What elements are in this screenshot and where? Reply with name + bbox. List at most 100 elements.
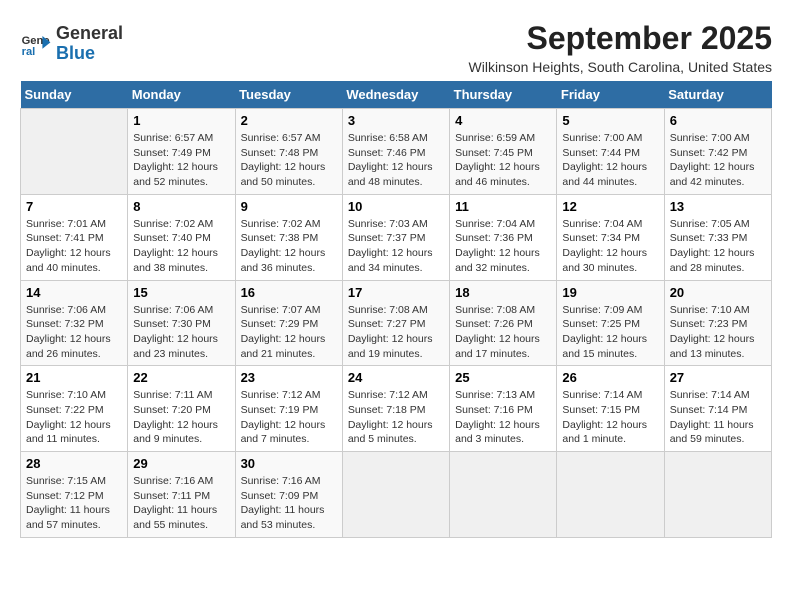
col-header-friday: Friday	[557, 81, 664, 109]
calendar-cell: 17Sunrise: 7:08 AM Sunset: 7:27 PM Dayli…	[342, 280, 449, 366]
day-number: 7	[26, 199, 122, 214]
day-info: Sunrise: 7:08 AM Sunset: 7:26 PM Dayligh…	[455, 303, 551, 362]
day-number: 13	[670, 199, 766, 214]
calendar-cell: 7 Sunrise: 7:01 AM Sunset: 7:41 PM Daylig…	[21, 194, 128, 280]
month-title: September 2025	[469, 20, 772, 57]
calendar-cell: 2 Sunrise: 6:57 AM Sunset: 7:48 PM Daylig…	[235, 109, 342, 195]
calendar-cell: 10 Sunrise: 7:03 AM Sunset: 7:37 PM Dayli…	[342, 194, 449, 280]
day-number: 27	[670, 370, 766, 385]
week-row-2: 7 Sunrise: 7:01 AM Sunset: 7:41 PM Daylig…	[21, 194, 772, 280]
day-number: 10	[348, 199, 444, 214]
day-info: Sunrise: 7:02 AM Sunset: 7:40 PM Dayligh…	[133, 217, 229, 276]
week-row-3: 14Sunrise: 7:06 AM Sunset: 7:32 PM Dayli…	[21, 280, 772, 366]
day-number: 29	[133, 456, 229, 471]
day-info: Sunrise: 7:10 AM Sunset: 7:23 PM Dayligh…	[670, 303, 766, 362]
logo-text-line2: Blue	[56, 44, 123, 64]
day-info: Sunrise: 7:15 AM Sunset: 7:12 PM Dayligh…	[26, 474, 122, 533]
calendar-cell: 28 Sunrise: 7:15 AM Sunset: 7:12 PM Dayli…	[21, 452, 128, 538]
calendar-cell: 15 Sunrise: 7:06 AM Sunset: 7:30 PM Dayli…	[128, 280, 235, 366]
day-number: 4	[455, 113, 551, 128]
week-row-5: 28 Sunrise: 7:15 AM Sunset: 7:12 PM Dayli…	[21, 452, 772, 538]
calendar-cell: 23 Sunrise: 7:12 AM Sunset: 7:19 PM Dayli…	[235, 366, 342, 452]
col-header-tuesday: Tuesday	[235, 81, 342, 109]
calendar-cell: 14Sunrise: 7:06 AM Sunset: 7:32 PM Dayli…	[21, 280, 128, 366]
day-number: 23	[241, 370, 337, 385]
calendar-cell: 18Sunrise: 7:08 AM Sunset: 7:26 PM Dayli…	[450, 280, 557, 366]
day-number: 28	[26, 456, 122, 471]
day-info: Sunrise: 7:11 AM Sunset: 7:20 PM Dayligh…	[133, 388, 229, 447]
col-header-saturday: Saturday	[664, 81, 771, 109]
location-title: Wilkinson Heights, South Carolina, Unite…	[469, 59, 772, 75]
calendar-cell: 8 Sunrise: 7:02 AM Sunset: 7:40 PM Daylig…	[128, 194, 235, 280]
calendar-cell: 30Sunrise: 7:16 AM Sunset: 7:09 PM Dayli…	[235, 452, 342, 538]
calendar-cell: 9 Sunrise: 7:02 AM Sunset: 7:38 PM Daylig…	[235, 194, 342, 280]
col-header-thursday: Thursday	[450, 81, 557, 109]
week-row-1: 1Sunrise: 6:57 AM Sunset: 7:49 PM Daylig…	[21, 109, 772, 195]
day-number: 16	[241, 285, 337, 300]
calendar-cell: 27 Sunrise: 7:14 AM Sunset: 7:14 PM Dayli…	[664, 366, 771, 452]
day-info: Sunrise: 7:00 AM Sunset: 7:42 PM Dayligh…	[670, 131, 766, 190]
logo-icon: Gene ral	[20, 28, 52, 60]
day-info: Sunrise: 6:58 AM Sunset: 7:46 PM Dayligh…	[348, 131, 444, 190]
day-number: 15	[133, 285, 229, 300]
day-info: Sunrise: 7:16 AM Sunset: 7:09 PM Dayligh…	[241, 474, 337, 533]
day-info: Sunrise: 7:14 AM Sunset: 7:15 PM Dayligh…	[562, 388, 658, 447]
calendar-cell	[557, 452, 664, 538]
calendar-cell: 12Sunrise: 7:04 AM Sunset: 7:34 PM Dayli…	[557, 194, 664, 280]
day-info: Sunrise: 7:06 AM Sunset: 7:30 PM Dayligh…	[133, 303, 229, 362]
day-info: Sunrise: 7:16 AM Sunset: 7:11 PM Dayligh…	[133, 474, 229, 533]
calendar-cell: 26 Sunrise: 7:14 AM Sunset: 7:15 PM Dayli…	[557, 366, 664, 452]
day-info: Sunrise: 7:05 AM Sunset: 7:33 PM Dayligh…	[670, 217, 766, 276]
day-info: Sunrise: 7:10 AM Sunset: 7:22 PM Dayligh…	[26, 388, 122, 447]
day-info: Sunrise: 6:59 AM Sunset: 7:45 PM Dayligh…	[455, 131, 551, 190]
day-number: 25	[455, 370, 551, 385]
col-header-sunday: Sunday	[21, 81, 128, 109]
day-number: 22	[133, 370, 229, 385]
day-number: 8	[133, 199, 229, 214]
day-info: Sunrise: 7:04 AM Sunset: 7:34 PM Dayligh…	[562, 217, 658, 276]
title-block: September 2025 Wilkinson Heights, South …	[469, 20, 772, 75]
day-info: Sunrise: 6:57 AM Sunset: 7:48 PM Dayligh…	[241, 131, 337, 190]
calendar-cell: 29 Sunrise: 7:16 AM Sunset: 7:11 PM Dayli…	[128, 452, 235, 538]
day-number: 24	[348, 370, 444, 385]
calendar-cell: 16Sunrise: 7:07 AM Sunset: 7:29 PM Dayli…	[235, 280, 342, 366]
calendar-cell: 22 Sunrise: 7:11 AM Sunset: 7:20 PM Dayli…	[128, 366, 235, 452]
day-info: Sunrise: 7:01 AM Sunset: 7:41 PM Dayligh…	[26, 217, 122, 276]
calendar-cell	[450, 452, 557, 538]
day-info: Sunrise: 7:00 AM Sunset: 7:44 PM Dayligh…	[562, 131, 658, 190]
day-number: 9	[241, 199, 337, 214]
calendar-cell: 5 Sunrise: 7:00 AM Sunset: 7:44 PM Daylig…	[557, 109, 664, 195]
day-info: Sunrise: 7:02 AM Sunset: 7:38 PM Dayligh…	[241, 217, 337, 276]
week-row-4: 21 Sunrise: 7:10 AM Sunset: 7:22 PM Dayli…	[21, 366, 772, 452]
day-number: 2	[241, 113, 337, 128]
logo-text-line1: General	[56, 24, 123, 44]
day-info: Sunrise: 7:06 AM Sunset: 7:32 PM Dayligh…	[26, 303, 122, 362]
day-number: 5	[562, 113, 658, 128]
calendar-cell: 11 Sunrise: 7:04 AM Sunset: 7:36 PM Dayli…	[450, 194, 557, 280]
day-info: Sunrise: 7:13 AM Sunset: 7:16 PM Dayligh…	[455, 388, 551, 447]
calendar-table: SundayMondayTuesdayWednesdayThursdayFrid…	[20, 81, 772, 538]
calendar-cell: 20Sunrise: 7:10 AM Sunset: 7:23 PM Dayli…	[664, 280, 771, 366]
day-info: Sunrise: 7:03 AM Sunset: 7:37 PM Dayligh…	[348, 217, 444, 276]
day-number: 21	[26, 370, 122, 385]
day-number: 11	[455, 199, 551, 214]
day-info: Sunrise: 7:08 AM Sunset: 7:27 PM Dayligh…	[348, 303, 444, 362]
day-info: Sunrise: 7:04 AM Sunset: 7:36 PM Dayligh…	[455, 217, 551, 276]
calendar-cell	[21, 109, 128, 195]
calendar-cell: 24 Sunrise: 7:12 AM Sunset: 7:18 PM Dayli…	[342, 366, 449, 452]
day-number: 6	[670, 113, 766, 128]
calendar-cell: 13 Sunrise: 7:05 AM Sunset: 7:33 PM Dayli…	[664, 194, 771, 280]
col-header-wednesday: Wednesday	[342, 81, 449, 109]
day-number: 26	[562, 370, 658, 385]
calendar-cell: 4 Sunrise: 6:59 AM Sunset: 7:45 PM Daylig…	[450, 109, 557, 195]
day-info: Sunrise: 7:12 AM Sunset: 7:18 PM Dayligh…	[348, 388, 444, 447]
svg-text:ral: ral	[22, 46, 36, 58]
day-info: Sunrise: 7:14 AM Sunset: 7:14 PM Dayligh…	[670, 388, 766, 447]
day-number: 1	[133, 113, 229, 128]
calendar-cell	[342, 452, 449, 538]
day-info: Sunrise: 7:12 AM Sunset: 7:19 PM Dayligh…	[241, 388, 337, 447]
logo: Gene ral General Blue	[20, 24, 123, 64]
calendar-cell: 19Sunrise: 7:09 AM Sunset: 7:25 PM Dayli…	[557, 280, 664, 366]
col-header-monday: Monday	[128, 81, 235, 109]
calendar-cell: 6 Sunrise: 7:00 AM Sunset: 7:42 PM Daylig…	[664, 109, 771, 195]
